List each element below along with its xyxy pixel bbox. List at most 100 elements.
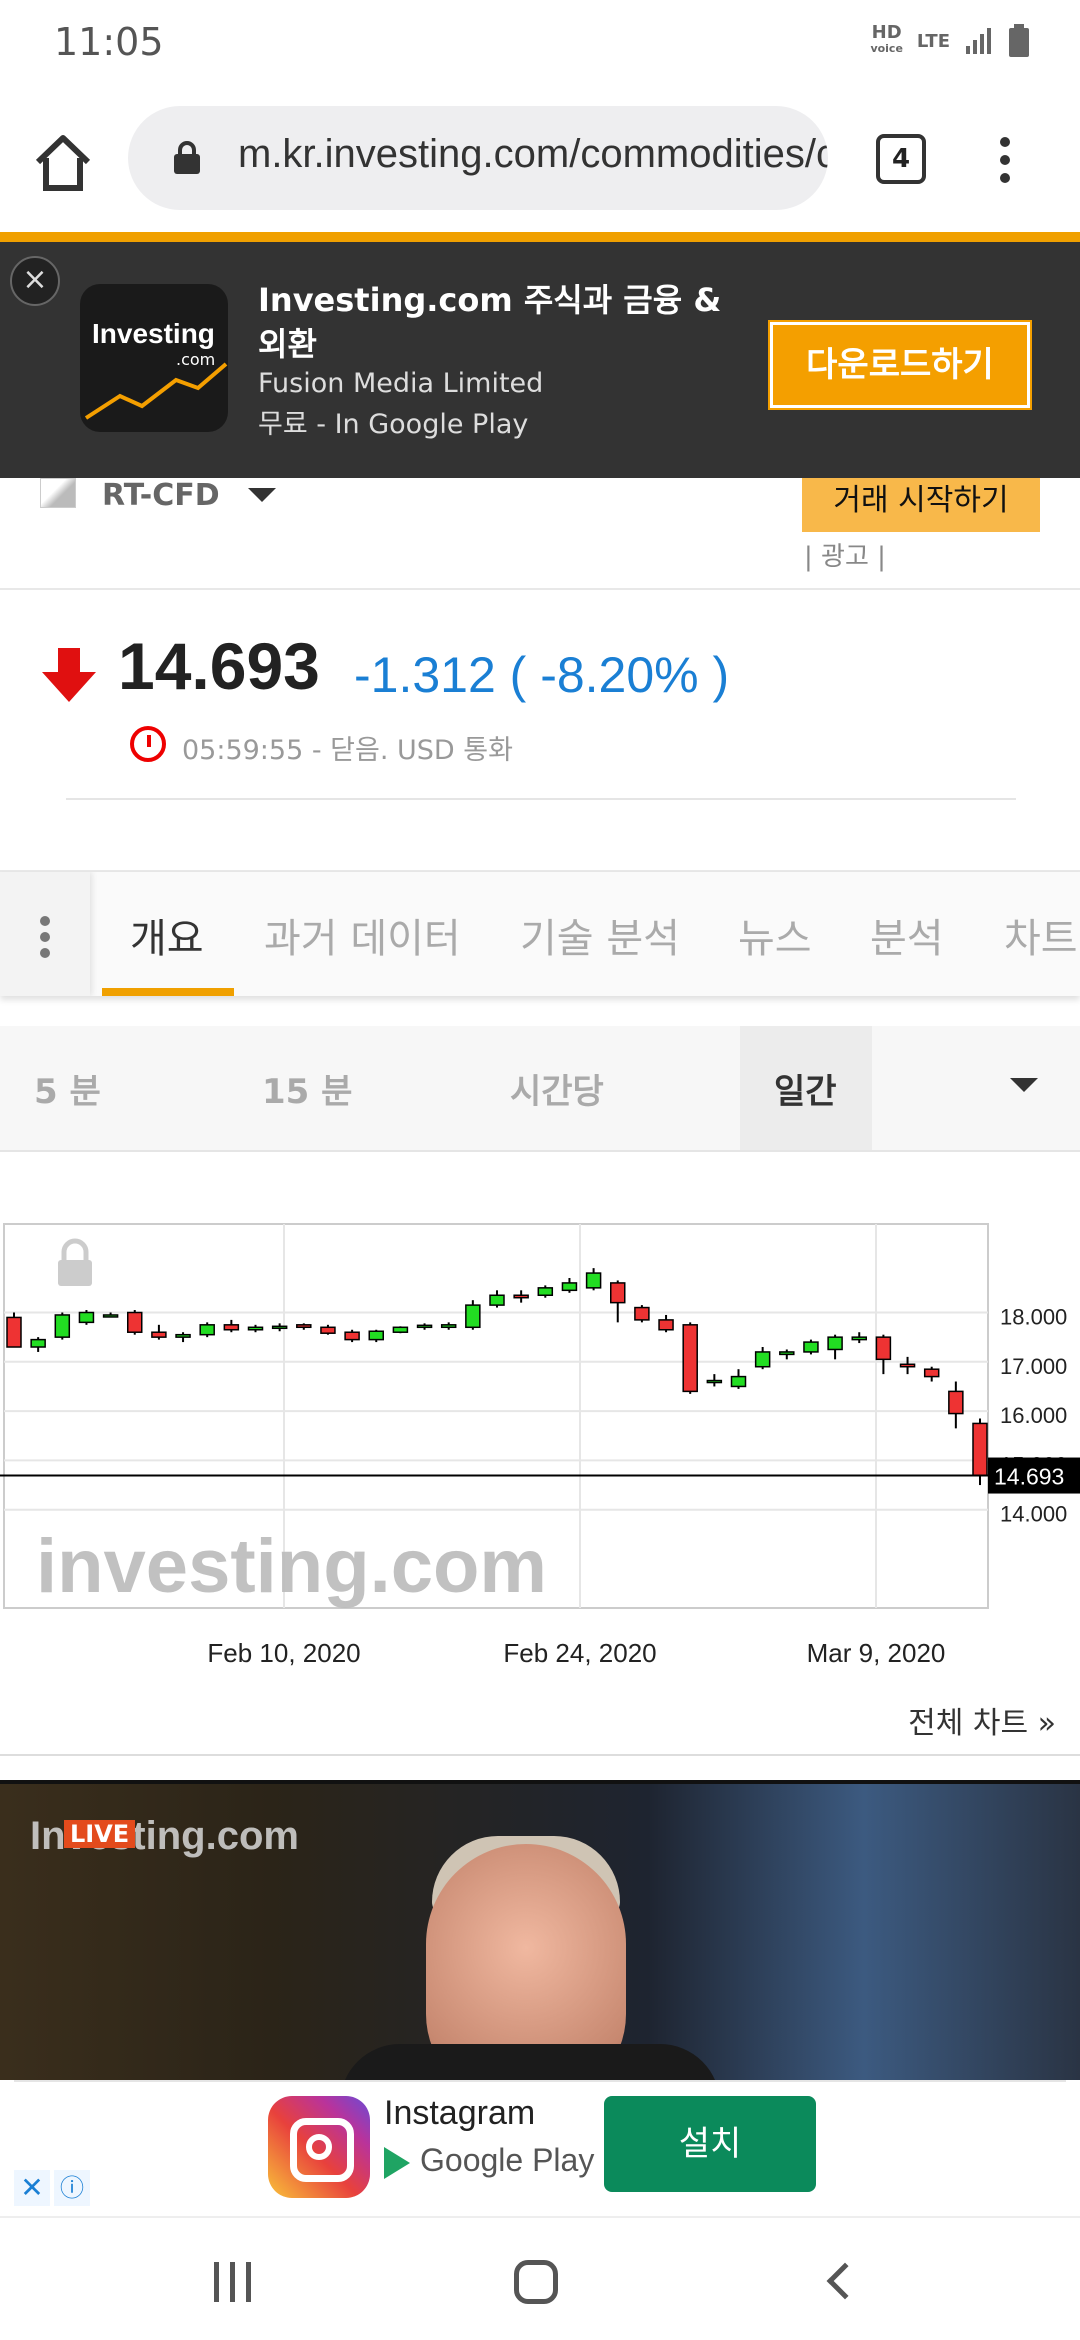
candle-body [513, 1294, 529, 1299]
market-status: 05:59:55 - 닫음. USD 통화 [182, 735, 513, 766]
candlestick-chart: 18.00017.00016.00015.00014.000Feb 10, 20… [0, 1223, 1080, 1668]
candle-body [754, 1351, 771, 1368]
candle-body [803, 1341, 819, 1353]
tab-chart[interactable]: 차트 [1004, 906, 1078, 964]
price-change: -1.312 ( -8.20% ) [354, 647, 730, 703]
logo-chart-icon [84, 362, 228, 420]
candle-body [368, 1330, 384, 1341]
close-ad-icon[interactable]: ✕ [14, 2170, 50, 2206]
candle-body [344, 1331, 360, 1341]
banner-publisher: Fusion Media Limited [258, 368, 544, 399]
section-tabs: 개요 과거 데이터 기술 분석 뉴스 분석 차트 [0, 872, 1080, 996]
banner-app-title: Investing.com 주식과 금융 & 외환 [258, 281, 722, 363]
tab-historical-data[interactable]: 과거 데이터 [264, 906, 461, 964]
banner-price: 무료 - In Google Play [258, 409, 529, 440]
tab-switcher-button[interactable]: 4 [876, 134, 926, 184]
candle-body [779, 1351, 795, 1356]
status-bar: 11:05 HD voice LTE [0, 0, 1080, 90]
source-dropdown-icon[interactable] [248, 488, 276, 502]
candle-body [706, 1379, 723, 1384]
instrument-row: RT-CFD 거래 시작하기 | 광고 | [0, 478, 1080, 590]
y-tick-label: 14.000 [1000, 1502, 1067, 1527]
live-badge: LIVE [64, 1820, 136, 1848]
chart-watermark: investing.com [36, 1524, 547, 1609]
candle-body [948, 1390, 964, 1415]
system-nav-bar [0, 2216, 1080, 2340]
active-tab-indicator [102, 988, 234, 996]
home-nav-icon[interactable] [514, 2260, 558, 2304]
y-tick-label: 18.000 [1000, 1305, 1067, 1330]
period-5min[interactable]: 5 분 [34, 1064, 101, 1113]
app-install-banner: × Investing .com Investing.com 주식과 금융 & … [0, 242, 1080, 478]
candle-body [54, 1314, 71, 1338]
candle-body [658, 1319, 674, 1331]
recents-icon[interactable] [214, 2262, 254, 2302]
period-hourly[interactable]: 시간당 [510, 1064, 604, 1113]
candle-body [851, 1336, 867, 1341]
google-play-badge: Google Play [384, 2142, 594, 2179]
candle-body [899, 1363, 916, 1368]
candle-body [175, 1333, 191, 1338]
start-trading-button[interactable]: 거래 시작하기 [802, 478, 1040, 532]
status-icons: HD voice LTE [870, 24, 1030, 58]
hd-voice-icon: HD voice [870, 22, 903, 56]
google-play-icon [384, 2146, 410, 2179]
address-bar[interactable]: m.kr.investing.com/commodities/crude-oil [128, 106, 828, 210]
overflow-menu-icon[interactable] [990, 130, 1020, 190]
candle-body [537, 1287, 554, 1296]
candle-body [247, 1326, 264, 1331]
battery-icon [1009, 24, 1029, 57]
ad-info-icon[interactable]: ⓘ [54, 2170, 90, 2206]
candle-body [78, 1311, 95, 1324]
candle-body [223, 1324, 240, 1331]
candle-body [585, 1272, 602, 1289]
investing-app-logo: Investing .com [80, 284, 228, 432]
period-15min[interactable]: 15 분 [262, 1064, 352, 1113]
tab-technical-analysis[interactable]: 기술 분석 [520, 906, 680, 964]
tab-news[interactable]: 뉴스 [738, 906, 812, 964]
x-tick-label: Feb 10, 2020 [207, 1638, 360, 1668]
tab-analysis[interactable]: 분석 [870, 906, 944, 964]
instagram-ad[interactable]: Instagram Google Play 설치 ✕ ⓘ [14, 2080, 1066, 2210]
y-tick-label: 17.000 [1000, 1354, 1067, 1379]
timeframe-selector: 5 분 15 분 시간당 일간 [0, 1026, 1080, 1152]
candle-body [6, 1316, 22, 1348]
candle-body [392, 1326, 409, 1333]
candle-body [730, 1375, 747, 1388]
video-player[interactable]: Investing.com LIVE [0, 1780, 1080, 2080]
candle-body [875, 1336, 892, 1361]
candle-body [416, 1324, 433, 1329]
candle-body [827, 1336, 843, 1351]
candle-body [923, 1368, 940, 1378]
install-button[interactable]: 설치 [604, 2096, 816, 2192]
candle-body [972, 1422, 988, 1477]
candle-body [440, 1324, 457, 1329]
download-button[interactable]: 다운로드하기 [768, 320, 1032, 410]
candle-body [610, 1282, 626, 1304]
status-time: 11:05 [54, 20, 164, 64]
last-price: 14.693 [118, 629, 320, 703]
candle-body [127, 1311, 143, 1333]
more-sections-icon[interactable] [0, 872, 90, 996]
data-source: RT-CFD [102, 478, 220, 513]
y-tick-label: 16.000 [1000, 1403, 1067, 1428]
close-banner-button[interactable]: × [10, 256, 60, 306]
accent-line [0, 232, 1080, 242]
period-dropdown-icon[interactable] [1010, 1078, 1038, 1092]
back-icon[interactable] [826, 2262, 864, 2300]
full-chart-link[interactable]: 전체 차트 » [908, 1698, 1056, 1742]
video-frame-suit [340, 2044, 720, 2080]
candle-body [30, 1338, 46, 1348]
home-icon[interactable] [30, 130, 96, 196]
ad-label: | 광고 | [804, 542, 886, 572]
clock-icon [130, 726, 166, 762]
signal-icon [966, 28, 991, 54]
last-price-label: 14.693 [994, 1464, 1064, 1490]
price-chart[interactable]: 18.00017.00016.00015.00014.000Feb 10, 20… [0, 1216, 1080, 1676]
flag-icon [40, 478, 76, 508]
tab-overview[interactable]: 개요 [130, 906, 204, 964]
lock-icon [174, 141, 200, 174]
period-daily[interactable]: 일간 [774, 1064, 837, 1113]
ad-app-name: Instagram [384, 2094, 536, 2132]
candle-body [682, 1324, 698, 1393]
